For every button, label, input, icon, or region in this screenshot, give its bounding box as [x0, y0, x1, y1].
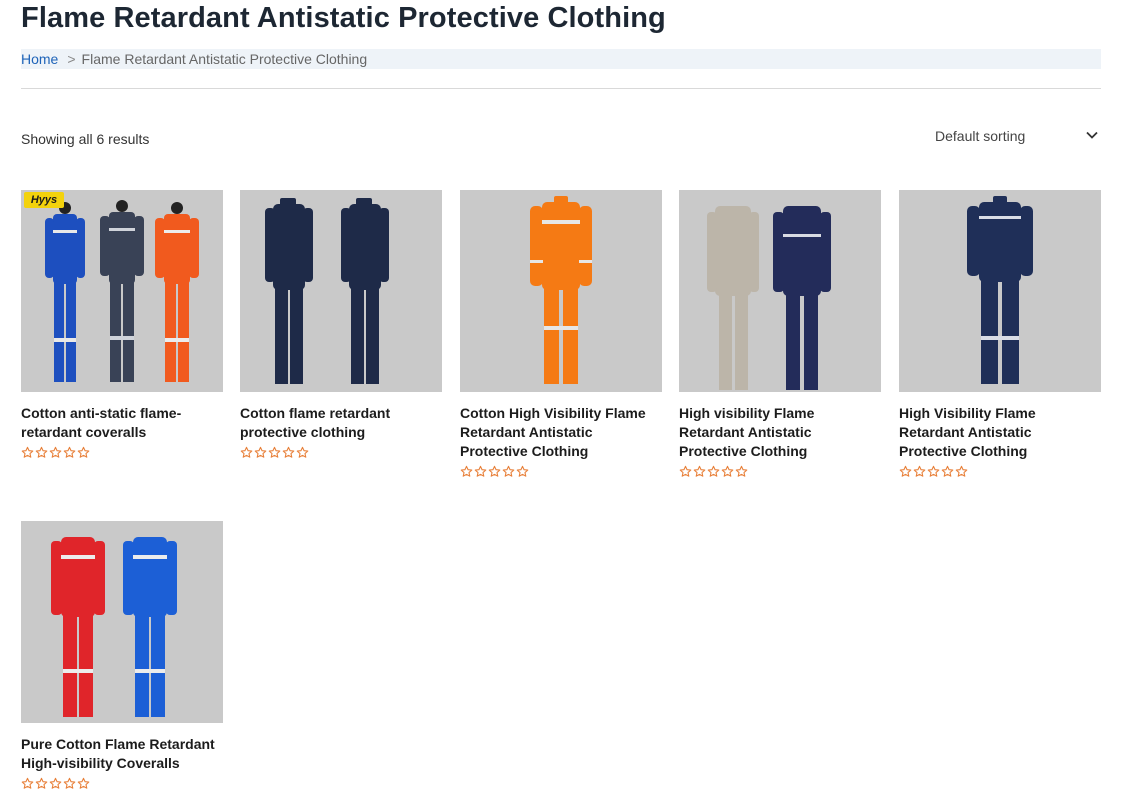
- star-icon: [35, 446, 48, 458]
- chevron-down-icon: [1086, 131, 1098, 139]
- star-icon: [693, 465, 706, 477]
- product-image[interactable]: [460, 190, 662, 392]
- star-icon: [460, 465, 473, 477]
- product-title[interactable]: High visibility Flame Retardant Antistat…: [679, 404, 881, 461]
- brand-logo: Hyys: [24, 192, 64, 208]
- star-icon: [254, 446, 267, 458]
- product-image[interactable]: [679, 190, 881, 392]
- star-icon: [735, 465, 748, 477]
- star-icon: [502, 465, 515, 477]
- star-icon: [927, 465, 940, 477]
- breadcrumb: Home > Flame Retardant Antistatic Protecti…: [21, 49, 1101, 69]
- star-icon: [21, 446, 34, 458]
- product-image[interactable]: [21, 521, 223, 723]
- star-icon: [268, 446, 281, 458]
- product-card[interactable]: Cotton flame retardant protective clothi…: [240, 190, 442, 459]
- star-icon: [955, 465, 968, 477]
- breadcrumb-current: Flame Retardant Antistatic Protective Cl…: [81, 51, 368, 67]
- divider: [21, 88, 1101, 89]
- star-icon: [77, 446, 90, 458]
- product-title[interactable]: Cotton High Visibility Flame Retardant A…: [460, 404, 662, 461]
- star-icon: [63, 446, 76, 458]
- star-icon: [707, 465, 720, 477]
- product-image[interactable]: [899, 190, 1101, 392]
- star-icon: [77, 777, 90, 789]
- product-card[interactable]: Hyys Cotton anti-static flame-retardant …: [21, 190, 223, 459]
- page-title: Flame Retardant Antistatic Protective Cl…: [21, 2, 666, 34]
- sorting-select[interactable]: Default sorting: [935, 126, 1101, 148]
- star-icon: [240, 446, 253, 458]
- star-icon: [49, 446, 62, 458]
- product-title[interactable]: Cotton anti-static flame-retardant cover…: [21, 404, 223, 442]
- product-image[interactable]: [240, 190, 442, 392]
- product-card[interactable]: High visibility Flame Retardant Antistat…: [679, 190, 881, 478]
- product-rating: [899, 465, 1101, 478]
- result-count: Showing all 6 results: [21, 131, 150, 147]
- star-icon: [679, 465, 692, 477]
- product-rating: [21, 446, 223, 459]
- star-icon: [296, 446, 309, 458]
- product-card[interactable]: Pure Cotton Flame Retardant High-visibil…: [21, 521, 223, 790]
- star-icon: [474, 465, 487, 477]
- product-rating: [21, 777, 223, 790]
- star-icon: [899, 465, 912, 477]
- star-icon: [941, 465, 954, 477]
- star-icon: [721, 465, 734, 477]
- breadcrumb-home-link[interactable]: Home: [21, 51, 58, 67]
- star-icon: [49, 777, 62, 789]
- star-icon: [21, 777, 34, 789]
- product-card[interactable]: High Visibility Flame Retardant Antistat…: [899, 190, 1101, 478]
- star-icon: [35, 777, 48, 789]
- product-rating: [240, 446, 442, 459]
- product-card[interactable]: Cotton High Visibility Flame Retardant A…: [460, 190, 662, 478]
- product-title[interactable]: Pure Cotton Flame Retardant High-visibil…: [21, 735, 223, 773]
- product-image[interactable]: [21, 190, 223, 392]
- star-icon: [282, 446, 295, 458]
- product-rating: [460, 465, 662, 478]
- product-title[interactable]: High Visibility Flame Retardant Antistat…: [899, 404, 1101, 461]
- star-icon: [516, 465, 529, 477]
- product-title[interactable]: Cotton flame retardant protective clothi…: [240, 404, 442, 442]
- breadcrumb-separator: >: [67, 51, 76, 67]
- star-icon: [488, 465, 501, 477]
- product-rating: [679, 465, 881, 478]
- sorting-selected-label: Default sorting: [935, 128, 1026, 144]
- star-icon: [913, 465, 926, 477]
- star-icon: [63, 777, 76, 789]
